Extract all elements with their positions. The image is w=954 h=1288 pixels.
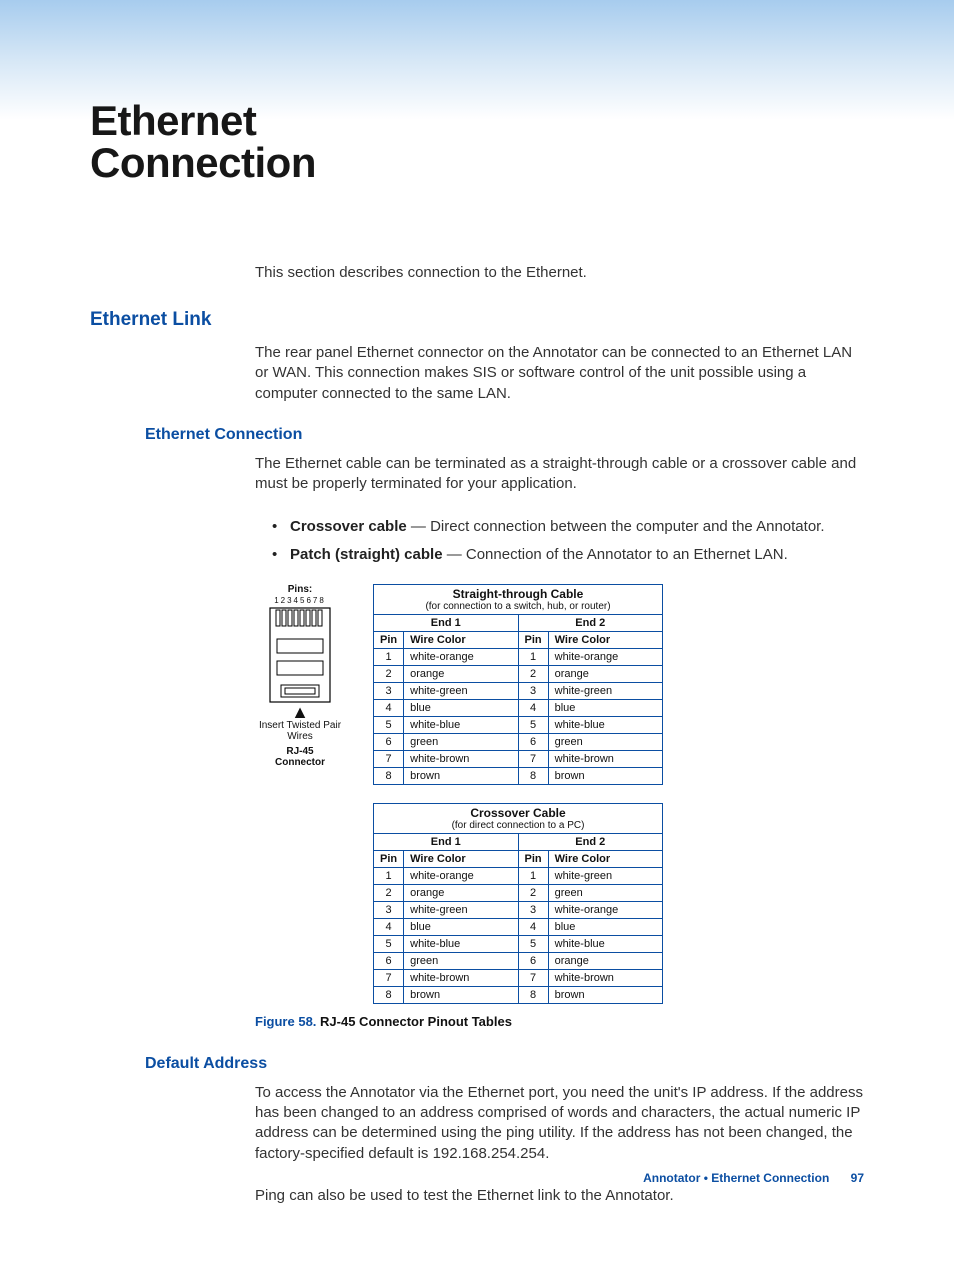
- bullet-crossover: Crossover cable — Direct connection betw…: [290, 516, 864, 538]
- crossover-rows: 1white-orange1white-green2orange2green3w…: [374, 867, 663, 1003]
- rj45-connector-icon: [269, 607, 331, 703]
- paragraph-ethernet-connection: The Ethernet cable can be terminated as …: [255, 454, 864, 495]
- straight-title: Straight-through Cable (for connection t…: [373, 584, 663, 614]
- straight-rows: 1white-orange1white-orange2orange2orange…: [374, 648, 663, 784]
- title-line-2: Connection: [90, 139, 316, 186]
- bullet-patch-desc: — Connection of the Annotator to an Ethe…: [443, 546, 788, 563]
- pins-numbers: 12345678: [255, 596, 345, 605]
- pins-label: Pins:: [255, 584, 345, 595]
- table-row: 2orange2orange: [374, 665, 663, 682]
- table-row: 2orange2green: [374, 884, 663, 901]
- table-row: 6green6orange: [374, 952, 663, 969]
- straight-through-table: Straight-through Cable (for connection t…: [373, 584, 663, 785]
- page-content: Ethernet Connection This section describ…: [0, 0, 954, 1288]
- table-row: 5white-blue5white-blue: [374, 935, 663, 952]
- bullet-patch: Patch (straight) cable — Connection of t…: [290, 544, 864, 566]
- rj45-diagram: Pins: 12345678: [255, 584, 345, 1004]
- heading-ethernet-connection: Ethernet Connection: [145, 426, 864, 444]
- figure-number: Figure 58.: [255, 1014, 316, 1029]
- up-arrow-icon: ▲: [255, 707, 345, 718]
- page-title: Ethernet Connection: [90, 100, 864, 184]
- figure-caption-text: RJ-45 Connector Pinout Tables: [316, 1014, 512, 1029]
- insert-twisted-label: Insert Twisted Pair Wires: [255, 720, 345, 742]
- bullet-crossover-desc: — Direct connection between the computer…: [407, 518, 825, 535]
- paragraph-default-address-2: Ping can also be used to test the Ethern…: [255, 1186, 864, 1206]
- table-row: 1white-orange1white-green: [374, 867, 663, 884]
- col-end1: End 1: [374, 614, 519, 631]
- table-row: 4blue4blue: [374, 699, 663, 716]
- paragraph-ethernet-link: The rear panel Ethernet connector on the…: [255, 343, 864, 404]
- crossover-title: Crossover Cable (for direct connection t…: [373, 803, 663, 833]
- table-row: 7white-brown7white-brown: [374, 969, 663, 986]
- title-line-1: Ethernet: [90, 97, 256, 144]
- table-row: 8brown8brown: [374, 986, 663, 1003]
- table-row: 3white-green3white-green: [374, 682, 663, 699]
- table-row: 5white-blue5white-blue: [374, 716, 663, 733]
- crossover-table: Crossover Cable (for direct connection t…: [373, 803, 663, 1004]
- bullet-patch-label: Patch (straight) cable: [290, 546, 443, 563]
- table-row: 1white-orange1white-orange: [374, 648, 663, 665]
- table-row: 6green6green: [374, 733, 663, 750]
- cable-bullet-list: Crossover cable — Direct connection betw…: [290, 516, 864, 566]
- table-row: 4blue4blue: [374, 918, 663, 935]
- paragraph-default-address-1: To access the Annotator via the Ethernet…: [255, 1083, 864, 1164]
- heading-ethernet-link: Ethernet Link: [90, 309, 864, 331]
- rj45-connector-label: RJ-45 Connector: [255, 746, 345, 768]
- table-row: 7white-brown7white-brown: [374, 750, 663, 767]
- heading-default-address: Default Address: [145, 1055, 864, 1073]
- col-end2: End 2: [518, 614, 663, 631]
- figure-zone: Pins: 12345678: [255, 584, 864, 1004]
- table-row: 8brown8brown: [374, 767, 663, 784]
- figure-caption: Figure 58. RJ-45 Connector Pinout Tables: [255, 1014, 864, 1029]
- pinout-tables: Straight-through Cable (for connection t…: [373, 584, 663, 1004]
- bullet-crossover-label: Crossover cable: [290, 518, 407, 535]
- intro-paragraph: This section describes connection to the…: [255, 264, 864, 281]
- table-row: 3white-green3white-orange: [374, 901, 663, 918]
